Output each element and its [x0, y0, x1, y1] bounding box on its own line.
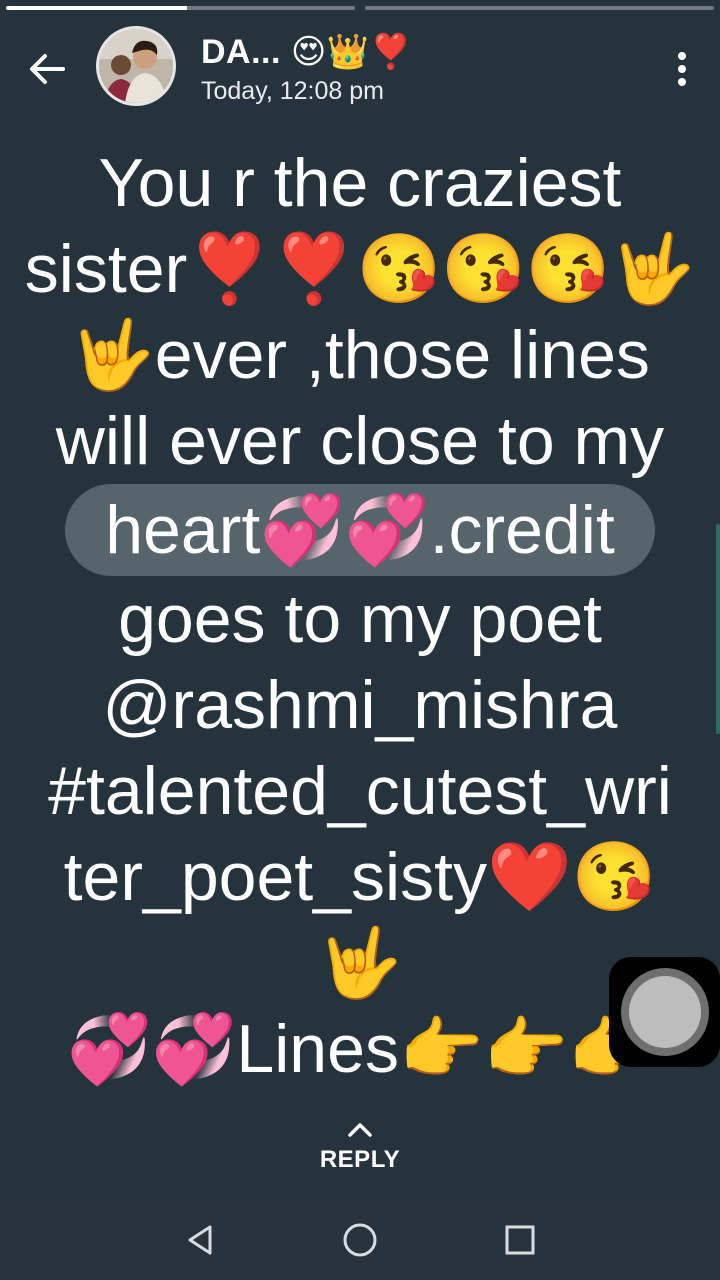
- status-line: goes to my poet: [118, 581, 602, 657]
- chevron-up-icon: [348, 1123, 372, 1137]
- status-progress: [6, 6, 714, 10]
- edge-scroll-indicator: [716, 524, 720, 734]
- avatar[interactable]: [96, 26, 176, 106]
- progress-segment-1: [6, 6, 355, 10]
- more-options-button[interactable]: [670, 46, 694, 92]
- circle-home-icon: [343, 1223, 377, 1257]
- more-vert-icon: [678, 52, 686, 60]
- contact-name-row[interactable]: DA... 😍👑❣️: [201, 32, 413, 72]
- navigation-bar: [0, 1200, 720, 1280]
- back-arrow-icon: [30, 54, 65, 84]
- status-viewer: DA... 😍👑❣️ Today, 12:08 pm You r the cra…: [0, 0, 720, 1280]
- square-recents-icon: [505, 1225, 535, 1255]
- status-line-highlighted-wrap: heart💞💞.credit: [20, 484, 700, 576]
- reply-label: REPLY: [319, 1146, 401, 1173]
- status-line: 💞💞Lines👉👉👉: [67, 1011, 653, 1087]
- status-line: 🤟: [317, 925, 403, 1001]
- status-line: ter_poet_sisty❤️😘: [63, 839, 657, 915]
- contact-name-emoji: 😍👑❣️: [290, 32, 413, 72]
- progress-fill-1: [6, 6, 188, 10]
- avatar-photo: [99, 29, 173, 103]
- status-header: DA... 😍👑❣️ Today, 12:08 pm: [0, 24, 720, 114]
- back-button[interactable]: [22, 44, 72, 94]
- assistive-touch-button[interactable]: [609, 957, 720, 1067]
- status-line: sister❣️❣️😘😘😘🤟: [24, 231, 696, 307]
- status-line: 🤟ever ,those lines: [70, 317, 650, 393]
- status-timestamp: Today, 12:08 pm: [201, 77, 384, 105]
- contact-name: DA...: [201, 33, 281, 71]
- assistive-touch-icon: [628, 976, 701, 1048]
- more-vert-icon-dot-2: [678, 65, 686, 73]
- status-line: #talented_cutest_wri: [48, 753, 672, 829]
- nav-home-button[interactable]: [336, 1216, 384, 1264]
- status-text: You r the craziest sister❣️❣️😘😘😘🤟 🤟ever …: [20, 140, 700, 1092]
- reply-button[interactable]: REPLY: [300, 1120, 420, 1190]
- status-line: will ever close to my: [55, 403, 665, 479]
- status-line: You r the craziest: [98, 145, 622, 221]
- status-line-highlighted: heart💞💞.credit: [65, 484, 655, 576]
- nav-back-button[interactable]: [176, 1216, 224, 1264]
- assistive-touch-ring: [620, 968, 709, 1056]
- more-vert-icon-dot-3: [678, 78, 686, 86]
- nav-recents-button[interactable]: [496, 1216, 544, 1264]
- status-line: @rashmi_mishra: [102, 667, 618, 743]
- progress-segment-2: [365, 6, 714, 10]
- triangle-back-icon: [188, 1225, 212, 1255]
